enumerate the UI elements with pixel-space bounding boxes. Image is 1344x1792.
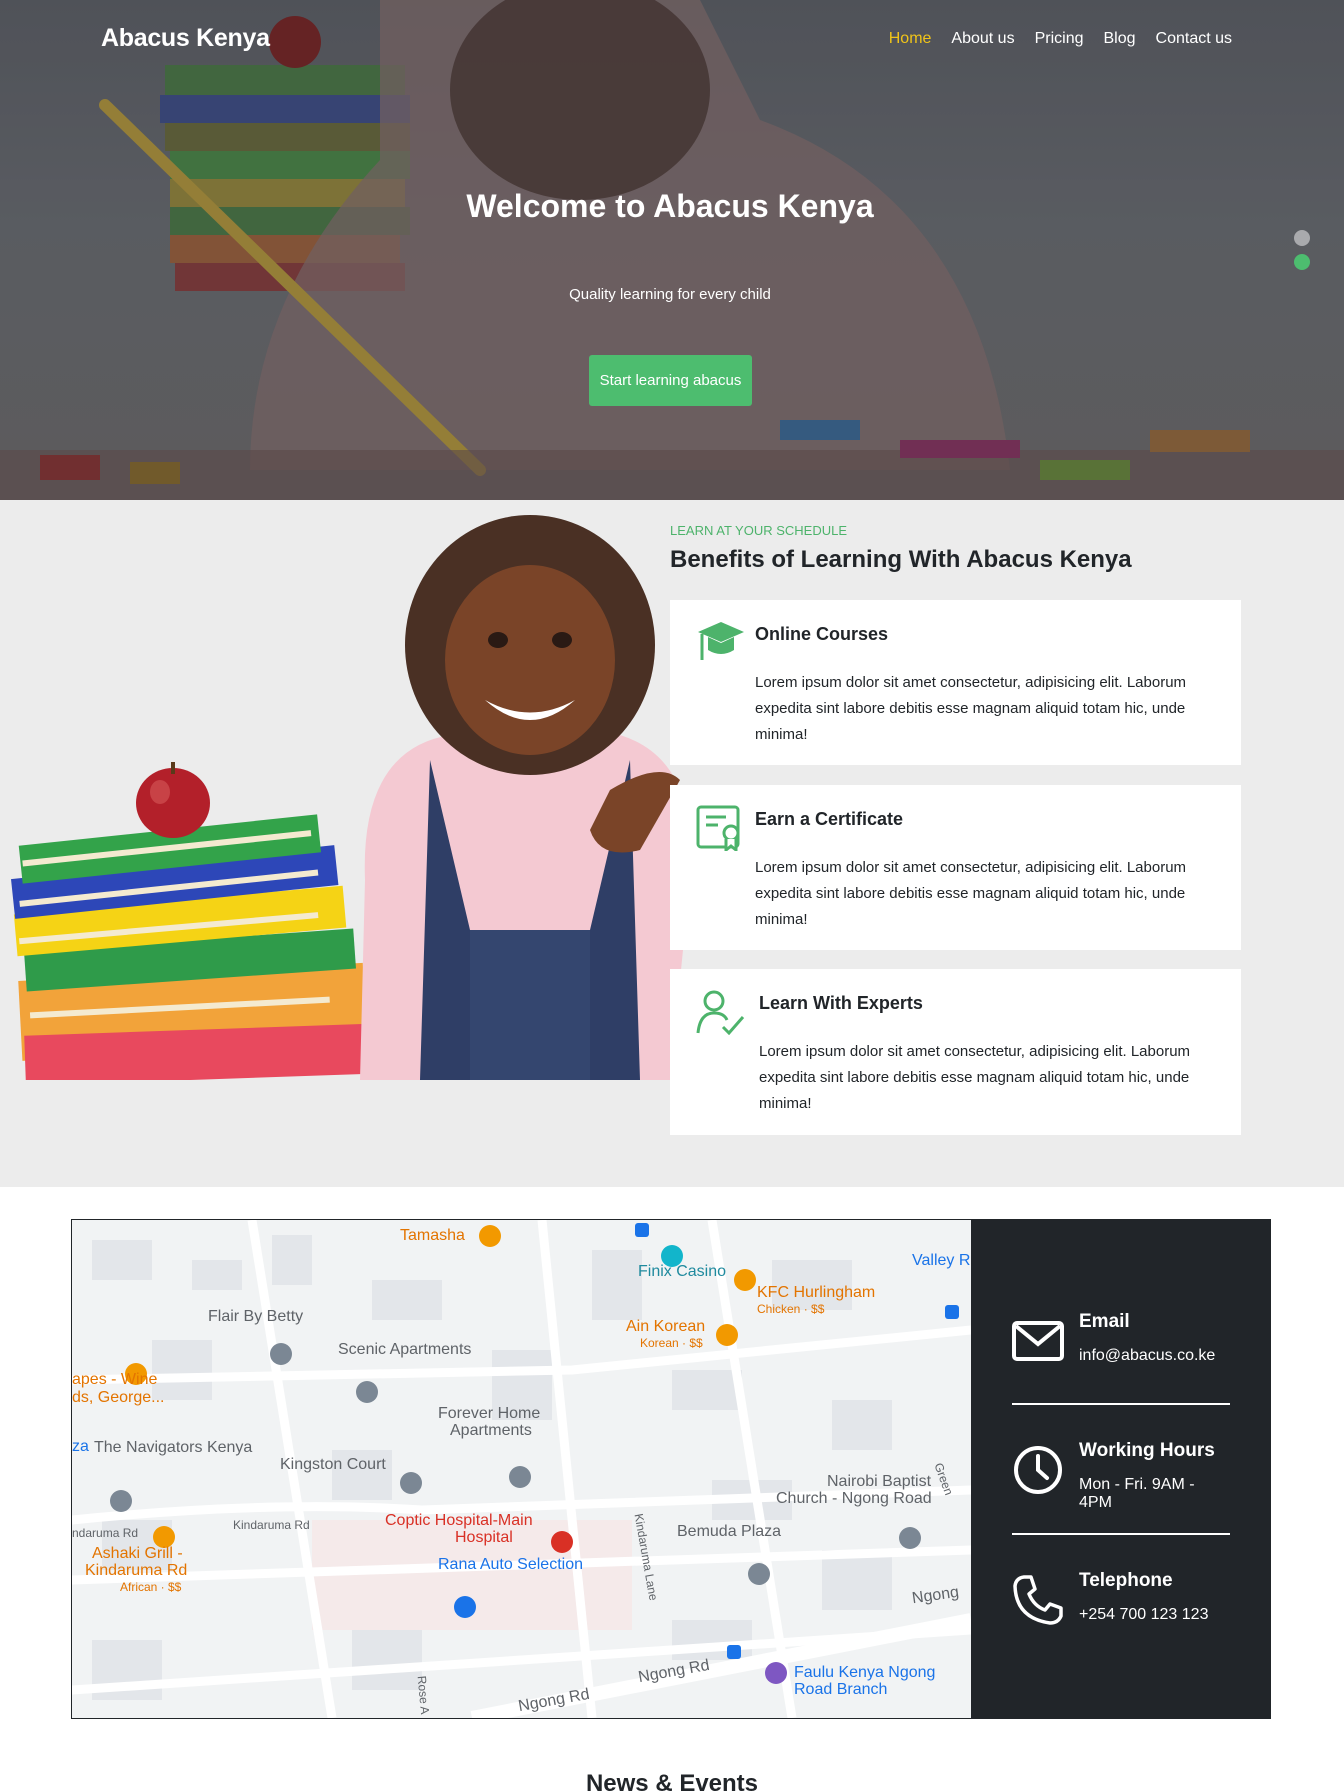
envelope-icon (1012, 1321, 1064, 1361)
map-label: Scenic Apartments (338, 1341, 472, 1358)
map-label: Church - Ngong Road (776, 1490, 932, 1507)
map-label: Chicken · $$ (757, 1302, 825, 1316)
benefit-card-experts: Learn With Experts Lorem ipsum dolor sit… (670, 969, 1241, 1135)
graduation-cap-icon (698, 622, 744, 660)
map-label: za (72, 1438, 89, 1455)
map-label: apes - Wine (72, 1371, 158, 1388)
benefit-text: Lorem ipsum dolor sit amet consectetur, … (759, 1043, 1191, 1112)
contact-hours-label: Working Hours (1079, 1440, 1215, 1461)
carousel-dot-1[interactable] (1294, 230, 1310, 246)
carousel-indicators (1294, 230, 1310, 270)
map-label: Road Branch (794, 1681, 888, 1698)
contact-section: Tamasha Finix Casino Valley R KFC Hurlin… (71, 1219, 1271, 1719)
map-label: Nairobi Baptist (827, 1473, 932, 1490)
benefit-title: Online Courses (755, 624, 889, 644)
divider (1012, 1403, 1230, 1405)
contact-email-value[interactable]: info@abacus.co.ke (1079, 1347, 1215, 1365)
carousel-dot-2[interactable] (1294, 254, 1310, 270)
contact-email: Email info@abacus.co.ke (1012, 1311, 1230, 1365)
map-label: Hospital (455, 1529, 513, 1546)
map-label: Flair By Betty (208, 1308, 304, 1325)
main-nav: Home About us Pricing Blog Contact us (889, 30, 1232, 48)
benefit-text: Lorem ipsum dolor sit amet consectetur, … (755, 674, 1187, 743)
nav-pricing[interactable]: Pricing (1035, 30, 1084, 48)
map-label: ndaruma Rd (72, 1526, 139, 1540)
hero-overlay (0, 0, 1344, 500)
contact-phone: Telephone +254 700 123 123 (1012, 1570, 1230, 1625)
map-label: Kingston Court (280, 1456, 386, 1473)
map-label: The Navigators Kenya (94, 1439, 253, 1456)
map-label: Finix Casino (638, 1263, 727, 1280)
map-label: Forever Home (438, 1405, 541, 1422)
divider (1012, 1533, 1230, 1535)
news-events-title: News & Events (585, 1770, 759, 1792)
map-label: Bemuda Plaza (677, 1523, 782, 1540)
contact-info-panel: Email info@abacus.co.ke Working Hours Mo… (971, 1220, 1271, 1718)
contact-hours: Working Hours Mon - Fri. 9AM - 4PM (1012, 1440, 1230, 1511)
benefits-eyebrow: LEARN AT YOUR SCHEDULE (670, 523, 847, 538)
map-label: Valley R (912, 1252, 971, 1269)
map-label: Korean · $$ (640, 1336, 703, 1350)
contact-hours-value: Mon - Fri. 9AM - 4PM (1079, 1476, 1195, 1511)
contact-phone-label: Telephone (1079, 1570, 1173, 1591)
map-label: Rana Auto Selection (438, 1556, 583, 1573)
map-label: Kindaruma Rd (233, 1518, 310, 1532)
brand-logo[interactable]: Abacus Kenya (101, 24, 270, 53)
map-label: Apartments (450, 1422, 532, 1439)
hero-carousel: Abacus Kenya Home About us Pricing Blog … (0, 0, 1344, 500)
map-label: ds, George... (72, 1389, 165, 1406)
benefit-card-certificate: Earn a Certificate Lorem ipsum dolor sit… (670, 785, 1241, 950)
map-label: Faulu Kenya Ngong (794, 1664, 936, 1681)
nav-blog[interactable]: Blog (1103, 30, 1135, 48)
certificate-icon (696, 805, 740, 851)
location-map[interactable]: Tamasha Finix Casino Valley R KFC Hurlin… (72, 1220, 971, 1718)
map-label: Kindaruma Rd (85, 1562, 188, 1579)
hero-subtitle: Quality learning for every child (569, 286, 771, 303)
benefit-title: Learn With Experts (759, 993, 923, 1013)
nav-about[interactable]: About us (951, 30, 1014, 48)
expert-user-check-icon (696, 990, 745, 1035)
map-label: Coptic Hospital-Main (385, 1512, 533, 1529)
benefit-text: Lorem ipsum dolor sit amet consectetur, … (755, 859, 1187, 928)
benefit-title: Earn a Certificate (755, 809, 904, 829)
map-label: Tamasha (400, 1227, 465, 1244)
benefits-title: Benefits of Learning With Abacus Kenya (670, 546, 1132, 573)
map-label: KFC Hurlingham (757, 1284, 876, 1301)
phone-icon (1013, 1575, 1063, 1625)
map-label: Ain Korean (626, 1318, 706, 1335)
nav-home[interactable]: Home (889, 30, 932, 48)
contact-email-label: Email (1079, 1311, 1130, 1332)
nav-contact[interactable]: Contact us (1156, 30, 1232, 48)
benefits-section: LEARN AT YOUR SCHEDULE Benefits of Learn… (0, 500, 1344, 1187)
clock-icon (1014, 1446, 1062, 1494)
hero-title: Welcome to Abacus Kenya (466, 188, 874, 224)
benefit-card-online-courses: Online Courses Lorem ipsum dolor sit ame… (670, 600, 1241, 765)
contact-phone-value[interactable]: +254 700 123 123 (1079, 1606, 1208, 1624)
map-label: African · $$ (120, 1580, 182, 1594)
start-learning-button[interactable]: Start learning abacus (589, 355, 752, 406)
map-label: Ashaki Grill - (92, 1545, 183, 1562)
